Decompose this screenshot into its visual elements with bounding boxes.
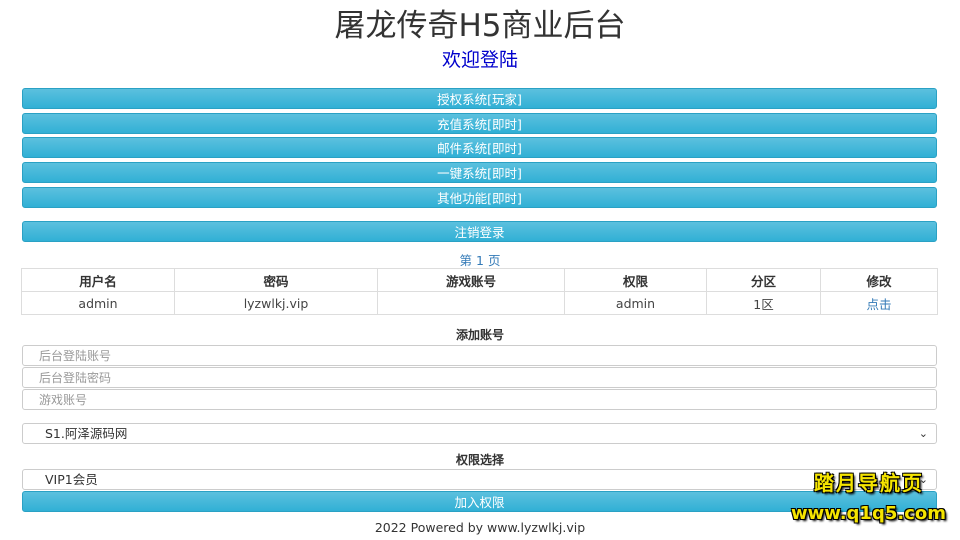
watermark-title: 踏月导航页: [814, 471, 924, 495]
cell-password: lyzwlkj.vip: [174, 291, 378, 315]
server-select[interactable]: S1.阿泽源码网 ⌄: [22, 423, 937, 444]
watermark-url: www.q1q5.com: [790, 503, 946, 524]
menu-button-one-click[interactable]: 一键系统[即时]: [22, 162, 937, 183]
table-row: admin lyzwlkj.vip admin 1区 点击: [21, 291, 938, 315]
game-account-input[interactable]: [22, 389, 937, 410]
add-account-heading: 添加账号: [455, 328, 504, 342]
server-select-value: S1.阿泽源码网: [45, 426, 128, 441]
column-header-username: 用户名: [21, 268, 175, 292]
column-header-password: 密码: [174, 268, 378, 292]
cell-permission: admin: [564, 291, 707, 315]
edit-link[interactable]: 点击: [820, 291, 938, 315]
menu-button-mail[interactable]: 邮件系统[即时]: [22, 137, 937, 158]
cell-game-account: [377, 291, 565, 315]
table-header-row: 用户名 密码 游戏账号 权限 分区 修改: [21, 268, 938, 292]
menu-button-recharge[interactable]: 充值系统[即时]: [22, 113, 937, 134]
page-title: 屠龙传奇H5商业后台: [334, 8, 626, 44]
permission-heading: 权限选择: [455, 453, 504, 467]
admin-page: 屠龙传奇H5商业后台 欢迎登陆 授权系统[玩家] 充值系统[即时] 邮件系统[即…: [0, 0, 960, 540]
column-header-game-account: 游戏账号: [377, 268, 565, 292]
chevron-down-icon: ⌄: [918, 427, 928, 440]
cell-username: admin: [21, 291, 175, 315]
menu-button-other[interactable]: 其他功能[即时]: [22, 187, 937, 208]
cell-zone: 1区: [706, 291, 821, 315]
menu-button-authorization[interactable]: 授权系统[玩家]: [22, 88, 937, 109]
welcome-subtitle: 欢迎登陆: [441, 49, 518, 71]
permission-select-value: VIP1会员: [45, 472, 98, 487]
column-header-permission: 权限: [564, 268, 707, 292]
permission-select[interactable]: VIP1会员 ⌄: [22, 469, 937, 490]
logout-button[interactable]: 注销登录: [22, 221, 937, 242]
login-account-input[interactable]: [22, 345, 937, 366]
accounts-table: 用户名 密码 游戏账号 权限 分区 修改 admin lyzwlkj.vip a…: [21, 268, 938, 315]
column-header-edit: 修改: [820, 268, 938, 292]
column-header-zone: 分区: [706, 268, 821, 292]
login-password-input[interactable]: [22, 367, 937, 388]
